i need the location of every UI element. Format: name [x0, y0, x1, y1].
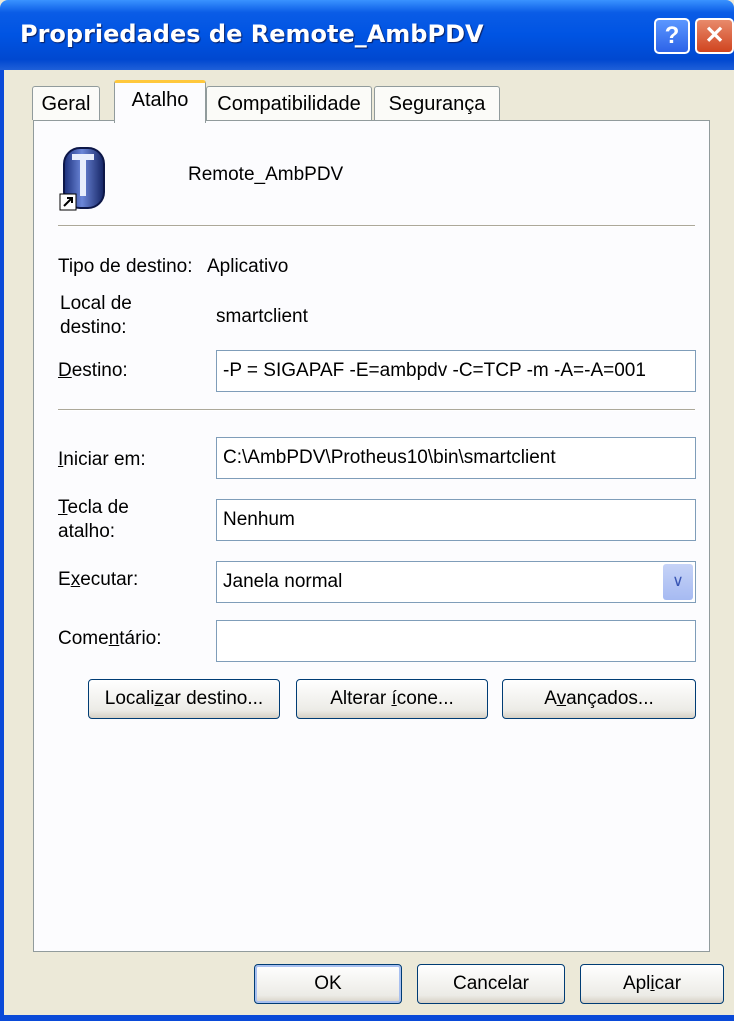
- hotkey-label-line1: Tecla de: [58, 497, 129, 519]
- change-icon-pre: Alterar: [330, 688, 392, 709]
- target-location-label-line1: Local de: [60, 293, 132, 314]
- tab-seguranca[interactable]: Segurança: [374, 86, 500, 120]
- change-icon-post: cone...: [396, 688, 454, 709]
- help-button[interactable]: ?: [654, 18, 690, 54]
- target-label: Destino:: [58, 360, 128, 382]
- target-type-value: Aplicativo: [207, 256, 289, 277]
- comment-input[interactable]: [216, 620, 696, 662]
- hotkey-label-line2: atalho:: [58, 521, 116, 542]
- hotkey-label-text: ecla de: [67, 497, 129, 518]
- ok-button[interactable]: OK: [254, 964, 402, 1004]
- find-target-pre: Locali: [104, 688, 155, 709]
- run-label-pre: E: [58, 569, 71, 590]
- properties-dialog: Propriedades de Remote_AmbPDV ? ✕ Geral …: [0, 0, 734, 1021]
- find-target-post: ar destino...: [163, 688, 264, 709]
- title-bar[interactable]: Propriedades de Remote_AmbPDV ? ✕: [0, 0, 734, 70]
- hotkey-input[interactable]: Nenhum: [216, 499, 696, 541]
- target-label-accesskey: D: [58, 360, 72, 381]
- comment-label-accesskey: n: [108, 628, 120, 649]
- hotkey-label-accesskey: T: [58, 497, 68, 518]
- advanced-pre: A: [544, 688, 557, 709]
- shortcut-name: Remote_AmbPDV: [188, 164, 344, 185]
- run-select[interactable]: Janela normal ∨: [216, 561, 696, 603]
- apply-button[interactable]: Aplicar: [580, 964, 724, 1004]
- cancel-button[interactable]: Cancelar: [417, 964, 565, 1004]
- advanced-post: ançados...: [566, 688, 654, 709]
- start-in-input[interactable]: C:\AmbPDV\Protheus10\bin\smartclient: [216, 437, 696, 479]
- target-location-value: smartclient: [216, 306, 308, 327]
- chevron-down-icon[interactable]: ∨: [663, 564, 693, 600]
- separator-middle: [58, 409, 695, 411]
- separator-top: [58, 225, 695, 227]
- run-select-value: Janela normal: [223, 571, 343, 592]
- comment-label-pre: Come: [58, 628, 109, 649]
- close-button[interactable]: ✕: [695, 18, 734, 54]
- tab-geral[interactable]: Geral: [32, 86, 100, 120]
- run-label-accesskey: x: [70, 569, 81, 590]
- tab-atalho[interactable]: Atalho: [114, 80, 206, 123]
- window-border-left: [0, 70, 4, 1021]
- target-input[interactable]: -P = SIGAPAF -E=ambpdv -C=TCP -m -A=-A=0…: [216, 350, 696, 392]
- apply-post: car: [654, 973, 682, 994]
- comment-label-text: tário:: [119, 628, 162, 649]
- shortcut-app-icon: [59, 147, 105, 211]
- start-in-label: Iniciar em:: [58, 449, 146, 471]
- window-border-bottom: [0, 1015, 734, 1021]
- target-label-text: estino:: [71, 360, 128, 381]
- run-label-text: ecutar:: [80, 569, 139, 590]
- target-type-label: Tipo de destino:: [58, 256, 193, 277]
- target-location-label-line2: destino:: [60, 317, 127, 338]
- advanced-button[interactable]: Avançados...: [502, 679, 696, 719]
- find-target-accesskey: z: [154, 688, 164, 709]
- window-title: Propriedades de Remote_AmbPDV: [20, 20, 484, 48]
- find-target-button[interactable]: Localizar destino...: [88, 679, 280, 719]
- comment-label: Comentário:: [58, 628, 162, 650]
- run-label: Executar:: [58, 569, 138, 591]
- tab-compatibilidade[interactable]: Compatibilidade: [206, 86, 372, 120]
- advanced-accesskey: v: [556, 688, 567, 709]
- start-in-label-text: niciar em:: [63, 449, 146, 470]
- change-icon-button[interactable]: Alterar ícone...: [296, 679, 488, 719]
- apply-pre: Apl: [622, 973, 651, 994]
